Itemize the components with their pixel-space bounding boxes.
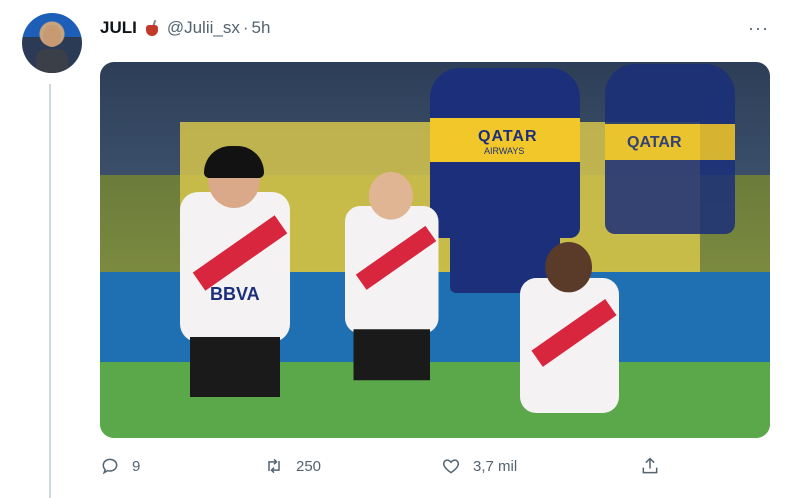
tweet-header: JULI @Julii_sx · 5h [100, 16, 270, 40]
share-button[interactable] [640, 456, 672, 476]
retweet-button[interactable]: 250 [264, 456, 321, 476]
user-handle[interactable]: @Julii_sx [167, 18, 240, 38]
retweet-count: 250 [296, 457, 322, 475]
separator-dot: · [242, 18, 249, 37]
like-count: 3,7 mil [473, 457, 518, 475]
timestamp[interactable]: 5h [252, 18, 271, 38]
heart-icon [442, 459, 460, 474]
mate-cup-icon [145, 19, 159, 36]
avatar[interactable] [22, 13, 82, 73]
avatar-head [43, 25, 61, 47]
reply-icon [102, 458, 118, 475]
jersey-sponsor: QATAR [478, 128, 538, 145]
like-button[interactable]: 3,7 mil [441, 456, 517, 476]
tweet-actions: 9 250 3,7 mil [100, 456, 700, 480]
retweet-icon [268, 458, 280, 474]
avatar-body [36, 49, 68, 73]
jersey-sponsor-sub: AIRWAYS [484, 146, 525, 156]
tweet-media-image[interactable]: QATAR AIRWAYS QATAR BBVA [100, 62, 770, 438]
reply-count: 9 [132, 457, 141, 475]
thread-line [49, 84, 51, 498]
kid-shirt-sponsor: BBVA [210, 284, 260, 304]
more-options-icon[interactable]: ··· [748, 18, 769, 39]
share-icon [642, 457, 658, 474]
display-name[interactable]: JULI [100, 18, 137, 38]
reply-button[interactable]: 9 [100, 456, 140, 476]
jersey-sponsor-2: QATAR [627, 134, 682, 151]
